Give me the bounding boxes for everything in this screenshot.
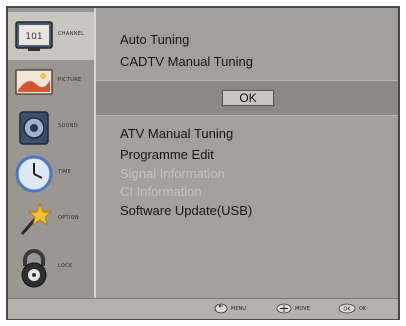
svg-text:101: 101 xyxy=(25,32,42,42)
menu-item-auto-tuning[interactable]: Auto Tuning xyxy=(120,32,189,47)
menu-item-atv-manual-tuning[interactable]: ATV Manual Tuning xyxy=(120,126,233,141)
move-hint: MOVE xyxy=(276,303,310,314)
sidebar-item-lock[interactable]: LOCK xyxy=(8,244,94,292)
ok-hint: OK OK xyxy=(338,303,366,314)
menu-item-ci-information: CI Information xyxy=(120,184,202,199)
ok-confirm-band: OK xyxy=(96,80,398,116)
menu-hint-label: MENU xyxy=(231,305,246,312)
menu-item-cadtv-manual-tuning[interactable]: CADTV Manual Tuning xyxy=(120,54,253,69)
menu-item-software-update-usb[interactable]: Software Update(USB) xyxy=(120,203,252,218)
move-hint-label: MOVE xyxy=(295,305,310,312)
menu-item-programme-edit[interactable]: Programme Edit xyxy=(120,147,214,162)
star-wand-icon xyxy=(14,200,54,240)
menu-hint: MENU xyxy=(214,303,246,314)
channel-submenu: Auto Tuning CADTV Manual Tuning OK ATV M… xyxy=(96,8,398,298)
sidebar-item-picture[interactable]: PICTURE xyxy=(8,58,94,106)
speaker-icon xyxy=(14,108,54,148)
sidebar-item-option[interactable]: OPTION xyxy=(8,196,94,244)
footer-hint-bar: MENU MOVE OK OK xyxy=(8,298,398,319)
ok-key-icon: OK xyxy=(338,303,356,314)
sidebar-item-label: SOUND xyxy=(58,123,78,129)
sidebar-item-label: LOCK xyxy=(58,263,73,269)
menu-sidebar: 101 CHANNEL PICTURE SOUND TIME OPTION LO… xyxy=(8,8,96,298)
sidebar-item-label: CHANNEL xyxy=(58,31,85,37)
padlock-icon xyxy=(14,248,54,288)
menu-item-signal-information: Signal Information xyxy=(120,166,225,181)
sidebar-item-label: OPTION xyxy=(58,215,79,221)
sidebar-item-label: TIME xyxy=(58,169,72,175)
return-arrow-icon xyxy=(214,303,228,314)
sidebar-item-time[interactable]: TIME xyxy=(8,150,94,198)
picture-icon xyxy=(14,62,54,102)
tv-menu-window: 101 CHANNEL PICTURE SOUND TIME OPTION LO… xyxy=(6,6,400,320)
sidebar-item-sound[interactable]: SOUND xyxy=(8,104,94,152)
clock-icon xyxy=(14,154,54,194)
sidebar-item-channel[interactable]: 101 CHANNEL xyxy=(8,12,94,60)
sidebar-item-label: PICTURE xyxy=(58,77,82,83)
tv-channel-icon: 101 xyxy=(14,16,54,56)
svg-text:OK: OK xyxy=(343,307,351,313)
dpad-move-icon xyxy=(276,303,292,314)
ok-hint-label: OK xyxy=(359,305,367,312)
ok-button[interactable]: OK xyxy=(222,90,274,106)
